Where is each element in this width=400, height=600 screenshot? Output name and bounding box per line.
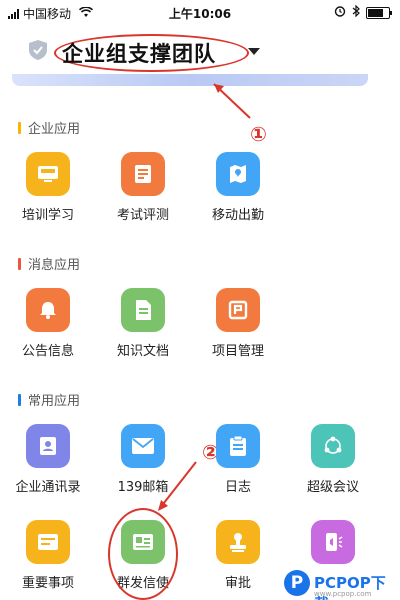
battery-icon	[366, 6, 392, 19]
document-icon	[121, 288, 165, 332]
shield-icon	[28, 39, 48, 61]
app-label: 移动出勤	[211, 208, 264, 223]
app-log[interactable]: 日志	[198, 424, 278, 495]
app-label: 审批	[224, 576, 251, 591]
app-approval[interactable]: 审批	[198, 520, 278, 591]
app-label: 培训学习	[21, 208, 74, 223]
app-super-meeting[interactable]: 超级会议	[293, 424, 373, 495]
log-icon	[216, 424, 260, 468]
annotation-mark-1: ①	[250, 122, 267, 146]
dropdown-caret-icon[interactable]	[248, 48, 260, 55]
app-training[interactable]: 培训学习	[8, 152, 88, 223]
app-label: 知识文档	[116, 344, 169, 359]
bluetooth-icon	[352, 4, 360, 20]
app-exam[interactable]: 考试评测	[103, 152, 183, 223]
app-label: 超级会议	[306, 480, 359, 495]
arrow-2-head-icon	[158, 500, 168, 511]
team-switcher[interactable]: 企业组支撑团队	[62, 38, 216, 68]
app-important-items[interactable]: 重要事项	[8, 520, 88, 591]
section-accent-bar	[18, 257, 21, 270]
app-announcements[interactable]: 公告信息	[8, 288, 88, 359]
app-label: 139邮箱	[117, 480, 169, 495]
meeting-icon	[311, 424, 355, 468]
important-icon	[26, 520, 70, 564]
section-accent-bar	[18, 393, 21, 406]
app-label: 企业通讯录	[15, 480, 81, 495]
section-message-apps: 消息应用	[18, 254, 80, 273]
section-title: 企业应用	[28, 122, 81, 137]
app-project-management[interactable]: 项目管理	[198, 288, 278, 359]
approval-stamp-icon	[216, 520, 260, 564]
watermark-logo-icon: P	[284, 570, 310, 596]
team-header: 企业组支撑团队	[0, 26, 400, 76]
app-attendance[interactable]: 移动出勤	[198, 152, 278, 223]
mail-icon	[121, 424, 165, 468]
section-enterprise-apps: 企业应用	[18, 118, 80, 137]
arrow-1	[213, 83, 251, 119]
app-label: 公告信息	[21, 344, 74, 359]
section-title: 常用应用	[28, 394, 81, 409]
app-label: 项目管理	[211, 344, 264, 359]
banner-strip	[12, 74, 368, 86]
section-common-apps: 常用应用	[18, 390, 80, 409]
group-messenger-highlight-circle	[108, 508, 178, 600]
training-icon	[26, 152, 70, 196]
status-bar: 中国移动 上午10:06	[0, 0, 400, 26]
contacts-icon	[26, 424, 70, 468]
alarm-icon	[334, 5, 346, 20]
exam-icon	[121, 152, 165, 196]
app-knowledge-docs[interactable]: 知识文档	[103, 288, 183, 359]
app-139-mail[interactable]: 139邮箱	[103, 424, 183, 495]
project-icon	[216, 288, 260, 332]
phone-speaker-icon	[311, 520, 355, 564]
bell-icon	[26, 288, 70, 332]
app-label: 日志	[224, 480, 251, 495]
app-label: 重要事项	[21, 576, 74, 591]
section-title: 消息应用	[28, 258, 81, 273]
attendance-map-icon	[216, 152, 260, 196]
watermark: P PCPOP下载 www.pcpop.com	[284, 568, 400, 600]
app-contacts[interactable]: 企业通讯录	[8, 424, 88, 495]
status-right	[334, 4, 392, 20]
section-accent-bar	[18, 121, 21, 134]
app-home-screen: 中国移动 上午10:06 企业组支撑团队 ① ② 企业应用 培训学习 考试评测 …	[0, 0, 400, 600]
watermark-subtext: www.pcpop.com	[314, 590, 372, 598]
app-phone-speaker[interactable]	[293, 520, 373, 572]
app-label: 考试评测	[116, 208, 169, 223]
